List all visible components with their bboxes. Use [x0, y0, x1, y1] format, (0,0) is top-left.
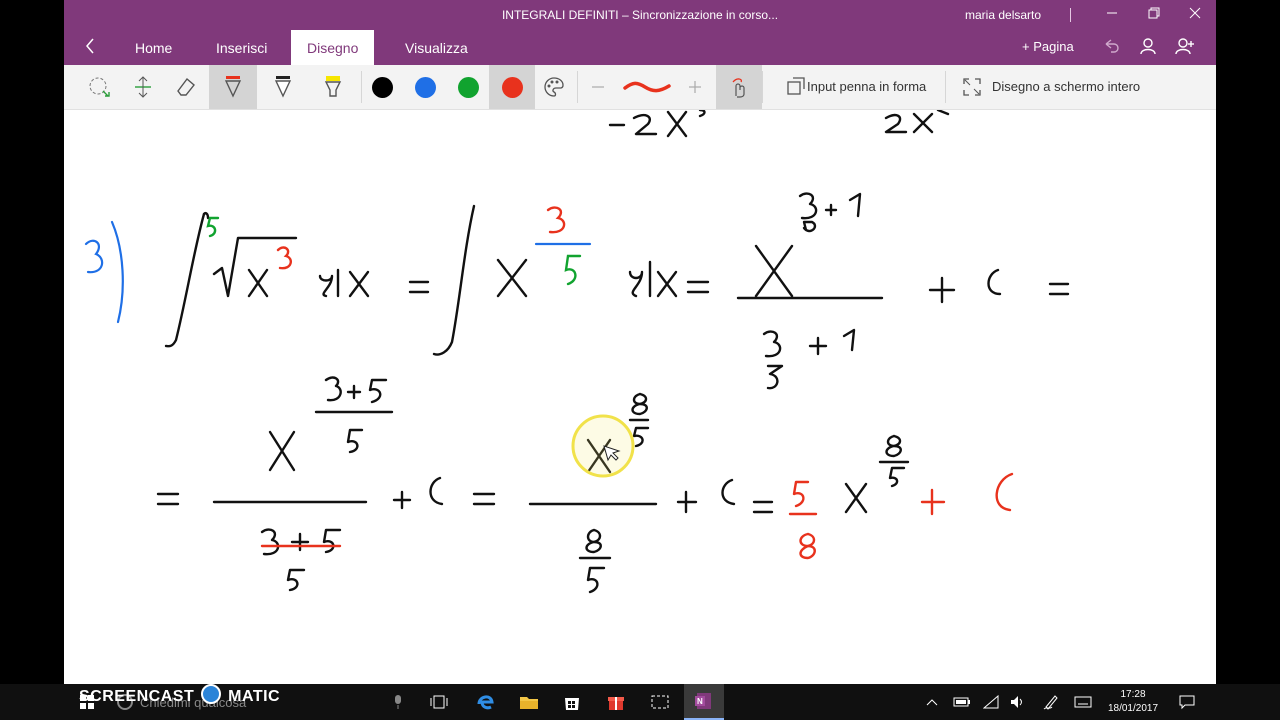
color-black-swatch[interactable] — [359, 65, 405, 109]
thickness-decrease-icon[interactable] — [575, 65, 621, 109]
fullscreen-icon[interactable] — [949, 65, 995, 109]
edge-browser-icon[interactable] — [472, 684, 498, 720]
microphone-icon[interactable] — [388, 684, 408, 720]
volume-icon[interactable] — [1007, 684, 1029, 720]
toolbar-divider — [945, 71, 946, 103]
color-green-swatch[interactable] — [445, 65, 491, 109]
restore-icon[interactable] — [1144, 5, 1164, 25]
ink-to-shape-label[interactable]: Input penna in forma — [807, 79, 926, 94]
add-page-button[interactable]: + Pagina — [1022, 39, 1074, 54]
onenote-taskbar-icon[interactable]: N — [684, 684, 724, 720]
title-bar: INTEGRALI DEFINITI – Sincronizzazione in… — [64, 0, 1216, 30]
titlebar-divider — [1070, 8, 1071, 22]
ink-canvas[interactable] — [64, 110, 1216, 684]
left-letterbox — [0, 0, 64, 720]
palette-icon[interactable] — [531, 65, 577, 109]
taskbar-clock[interactable]: 17:28 18/01/2017 — [1098, 688, 1168, 716]
drawing-toolbar: Input penna in forma Disegno a schermo i… — [64, 65, 1216, 110]
close-icon[interactable] — [1185, 5, 1205, 25]
right-letterbox — [1216, 0, 1280, 720]
user-name[interactable]: maria delsarto — [965, 8, 1041, 22]
svg-text:N: N — [697, 697, 703, 706]
eraser-icon[interactable] — [163, 65, 209, 109]
onenote-window: INTEGRALI DEFINITI – Sincronizzazione in… — [64, 0, 1216, 684]
wifi-icon[interactable] — [980, 684, 1002, 720]
ribbon-tabs: Home Inserisci Disegno Visualizza + Pagi… — [64, 30, 1216, 65]
chevron-up-icon[interactable] — [922, 684, 942, 720]
lasso-select-icon[interactable] — [76, 65, 122, 109]
gift-app-icon[interactable] — [603, 684, 629, 720]
recorded-with-watermark: RECORDED WITH — [79, 668, 160, 678]
watermark-matic: MATIC — [228, 688, 281, 705]
touch-draw-icon[interactable] — [716, 65, 762, 109]
tab-inserisci[interactable]: Inserisci — [216, 40, 267, 56]
person-icon[interactable] — [1139, 37, 1157, 58]
clock-time: 17:28 — [1120, 689, 1146, 700]
back-arrow-icon[interactable] — [84, 36, 96, 62]
watermark-screencast: SCREENCAST — [79, 688, 195, 705]
color-red-swatch[interactable] — [489, 65, 535, 109]
insert-space-icon[interactable] — [120, 65, 166, 109]
toolbar-divider — [762, 71, 763, 103]
tab-visualizza[interactable]: Visualizza — [405, 40, 468, 56]
tab-disegno[interactable]: Disegno — [291, 30, 375, 65]
handwritten-math — [84, 110, 1070, 594]
tab-home[interactable]: Home — [135, 40, 172, 56]
screencast-watermark: SCREENCAST MATIC — [79, 684, 280, 706]
snipping-tool-icon[interactable] — [647, 684, 673, 720]
pen-workspace-icon[interactable] — [1040, 684, 1062, 720]
window-title: INTEGRALI DEFINITI – Sincronizzazione in… — [501, 8, 779, 22]
clock-date: 18/01/2017 — [1107, 703, 1159, 714]
color-blue-swatch[interactable] — [402, 65, 448, 109]
share-person-icon[interactable] — [1175, 37, 1195, 58]
minimize-icon[interactable] — [1102, 5, 1122, 25]
watermark-logo-icon — [201, 684, 222, 704]
keyboard-icon[interactable] — [1072, 684, 1094, 720]
thickness-increase-icon[interactable] — [672, 65, 718, 109]
undo-icon[interactable] — [1102, 37, 1120, 58]
pen-black-icon[interactable] — [260, 65, 306, 109]
task-view-icon[interactable] — [426, 684, 452, 720]
battery-icon[interactable] — [950, 684, 974, 720]
fullscreen-label[interactable]: Disegno a schermo intero — [992, 79, 1140, 94]
highlighter-icon[interactable] — [310, 65, 356, 109]
stroke-preview-icon — [622, 65, 672, 109]
file-explorer-icon[interactable] — [516, 684, 542, 720]
action-center-icon[interactable] — [1176, 684, 1198, 720]
pen-red-icon[interactable] — [209, 65, 257, 109]
store-icon[interactable] — [559, 684, 585, 720]
